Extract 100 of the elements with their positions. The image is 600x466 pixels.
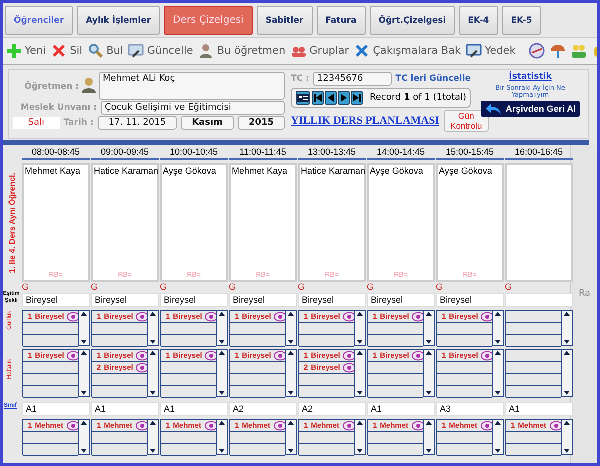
archive-restore-button[interactable]: Arşivden Geri Al bbox=[480, 101, 580, 117]
scrollbar[interactable] bbox=[561, 311, 572, 346]
toolbar-button[interactable]: Çakışmalara Bak bbox=[353, 43, 466, 59]
down-arrow-icon bbox=[149, 339, 157, 345]
date-field[interactable]: 17. 11. 2015 bbox=[98, 116, 178, 130]
time-header: 15:00-15:45 bbox=[436, 146, 504, 160]
scrollbar[interactable] bbox=[216, 350, 227, 397]
scrollbar[interactable] bbox=[423, 420, 434, 455]
scrollbar[interactable] bbox=[561, 350, 572, 397]
down-arrow-icon bbox=[563, 339, 571, 345]
toolbar-button[interactable]: Yedek bbox=[465, 43, 520, 59]
teacher-name: Mehmet Kaya bbox=[232, 166, 288, 176]
class-field[interactable]: A1 bbox=[367, 402, 435, 416]
right-triangle-icon bbox=[339, 93, 349, 103]
class-field[interactable]: A3 bbox=[436, 402, 504, 416]
scrollbar[interactable] bbox=[78, 311, 89, 346]
scrollbar[interactable] bbox=[285, 311, 296, 346]
last-record-button[interactable] bbox=[351, 91, 363, 105]
person-icon bbox=[198, 43, 214, 59]
scrollbar[interactable] bbox=[78, 350, 89, 397]
toolbar-button[interactable]: Sil bbox=[50, 43, 87, 59]
scrollbar[interactable] bbox=[492, 350, 503, 397]
training-field[interactable] bbox=[505, 293, 573, 307]
cross-icon bbox=[354, 43, 370, 59]
training-field[interactable]: Bireysel bbox=[22, 293, 90, 307]
tab[interactable]: EK-5 bbox=[502, 6, 542, 35]
annual-plan-link[interactable]: YILLIK DERS PLANLAMASI bbox=[291, 115, 440, 127]
time-header: 09:00-09:45 bbox=[91, 146, 159, 160]
toolbar-button[interactable]: Gruplar bbox=[290, 43, 354, 59]
up-arrow-icon bbox=[287, 350, 295, 356]
scrollbar[interactable] bbox=[354, 420, 365, 455]
statistics-link[interactable]: İstatistik bbox=[509, 72, 552, 82]
teacher-name: Mehmet Kaya bbox=[25, 166, 81, 176]
toolbar-button[interactable]: Yeni bbox=[5, 43, 50, 59]
scrollbar[interactable] bbox=[423, 311, 434, 346]
tab[interactable]: Sabitler bbox=[256, 6, 313, 35]
tab[interactable]: Aylık İşlemler bbox=[77, 6, 160, 35]
tc-label: TC : bbox=[291, 74, 310, 84]
scrollbar[interactable] bbox=[492, 420, 503, 455]
scrollbar[interactable] bbox=[216, 311, 227, 346]
card-view-button[interactable] bbox=[296, 91, 310, 105]
scrollbar[interactable] bbox=[147, 350, 158, 397]
training-field[interactable]: Bireysel bbox=[298, 293, 366, 307]
time-header: 11:00-11:45 bbox=[229, 146, 297, 160]
class-field[interactable]: A2 bbox=[298, 402, 366, 416]
day-check-button[interactable]: Gün Kontrolu bbox=[444, 110, 490, 132]
tab[interactable]: Öğrt.Çizelgesi bbox=[370, 6, 456, 35]
class-field[interactable]: A1 bbox=[91, 402, 159, 416]
teacher-field[interactable]: Mehmet ALi Koç bbox=[99, 72, 285, 100]
up-arrow-icon bbox=[494, 350, 502, 356]
g-label: G bbox=[436, 282, 444, 293]
toolbar-button[interactable]: Bu öğretmen bbox=[197, 43, 290, 59]
title-field[interactable]: Çocuk Gelişimi ve Eğitimcisi bbox=[101, 101, 285, 115]
scrollbar[interactable] bbox=[354, 350, 365, 397]
first-record-button[interactable] bbox=[312, 91, 324, 105]
down-arrow-icon bbox=[494, 448, 502, 454]
person-icon bbox=[81, 76, 97, 94]
tc-update-link[interactable]: TC leri Güncelle bbox=[396, 74, 471, 84]
scrollbar[interactable] bbox=[423, 350, 434, 397]
training-field[interactable]: Bireysel bbox=[160, 293, 228, 307]
time-header: 14:00-14:45 bbox=[367, 146, 435, 160]
teacher-name: Hatice Karaman bbox=[94, 166, 159, 176]
left-triangle-icon bbox=[326, 93, 336, 103]
g-label: G bbox=[367, 282, 376, 293]
training-field[interactable]: Bireysel bbox=[367, 293, 435, 307]
prev-record-button[interactable] bbox=[325, 91, 337, 105]
class-field[interactable]: A1 bbox=[505, 402, 573, 416]
teacher-name: Ayşe Gökova bbox=[439, 166, 492, 176]
training-field[interactable]: Bireysel bbox=[91, 293, 159, 307]
tc-field[interactable]: 12345676 bbox=[313, 72, 392, 86]
scrollbar[interactable] bbox=[285, 420, 296, 455]
delete-icon bbox=[51, 43, 68, 59]
class-field[interactable]: A1 bbox=[160, 402, 228, 416]
toolbar-button[interactable]: Güncelle bbox=[127, 43, 198, 59]
down-arrow-icon bbox=[425, 448, 433, 454]
training-field[interactable]: Bireysel bbox=[229, 293, 297, 307]
scrollbar[interactable] bbox=[285, 350, 296, 397]
day-field[interactable]: Salı bbox=[13, 117, 60, 129]
up-arrow-icon bbox=[218, 420, 226, 426]
year-field[interactable]: 2015 bbox=[238, 116, 285, 130]
scrollbar[interactable] bbox=[78, 420, 89, 455]
up-arrow-icon bbox=[287, 420, 295, 426]
time-header: 13:00-13:45 bbox=[298, 146, 366, 160]
scrollbar[interactable] bbox=[354, 311, 365, 346]
scrollbar[interactable] bbox=[216, 420, 227, 455]
training-field[interactable]: Bireysel bbox=[436, 293, 504, 307]
scrollbar[interactable] bbox=[492, 311, 503, 346]
scrollbar[interactable] bbox=[147, 311, 158, 346]
tab[interactable]: Fatura bbox=[316, 6, 366, 35]
tab[interactable]: Öğrenciler bbox=[5, 6, 74, 35]
class-field[interactable]: A2 bbox=[229, 402, 297, 416]
month-field[interactable]: Kasım bbox=[181, 116, 234, 130]
tab[interactable]: EK-4 bbox=[459, 6, 498, 35]
next-record-button[interactable] bbox=[338, 91, 350, 105]
down-arrow-icon bbox=[287, 448, 295, 454]
scrollbar[interactable] bbox=[561, 420, 572, 455]
class-field[interactable]: A1 bbox=[22, 402, 90, 416]
scrollbar[interactable] bbox=[147, 420, 158, 455]
right-triangle-icon bbox=[352, 93, 362, 103]
toolbar-button[interactable]: Bul bbox=[86, 43, 128, 59]
